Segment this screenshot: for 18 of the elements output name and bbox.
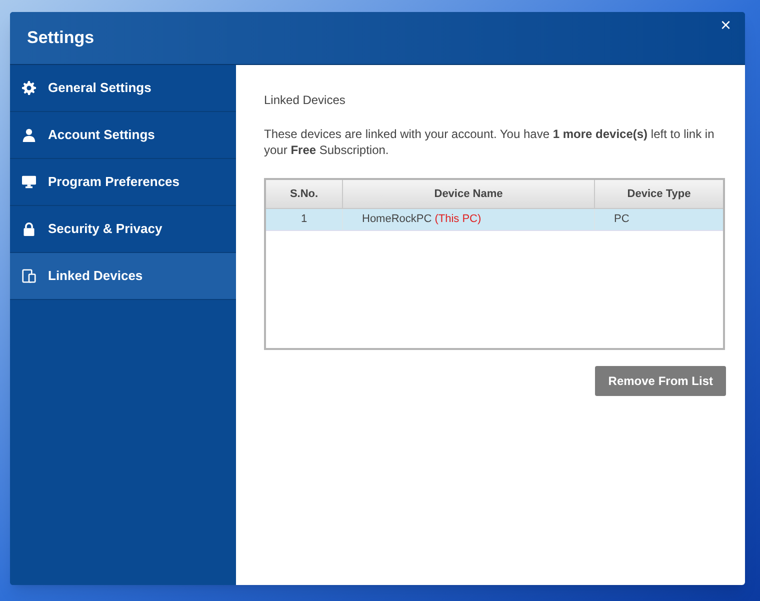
devices-icon — [22, 269, 36, 283]
close-button[interactable]: × — [720, 16, 731, 34]
table-cell-text: PC — [613, 212, 630, 228]
column-header: S.No. — [266, 180, 343, 208]
column-header: Device Type — [626, 186, 692, 202]
section-heading: Linked Devices — [264, 92, 346, 109]
gear-icon — [22, 81, 36, 95]
table-cell: 1 — [266, 209, 343, 230]
window-title: Settings — [27, 27, 94, 50]
table-row[interactable]: 1 HomeRockPC (This PC) PC — [266, 209, 723, 231]
column-header: Device Name — [343, 180, 595, 208]
sidebar-item[interactable]: Linked Devices — [10, 253, 236, 300]
monitor-icon — [22, 175, 36, 189]
description-text: These devices are linked with your account. You have 1 more device(s) left to link in your Free Subscription. — [264, 126, 716, 158]
lock-icon — [22, 222, 36, 236]
table-cell: HomeRockPC (This PC) — [343, 209, 595, 230]
person-icon — [22, 128, 36, 142]
remove-from-list-button[interactable]: Remove From List — [595, 366, 726, 396]
